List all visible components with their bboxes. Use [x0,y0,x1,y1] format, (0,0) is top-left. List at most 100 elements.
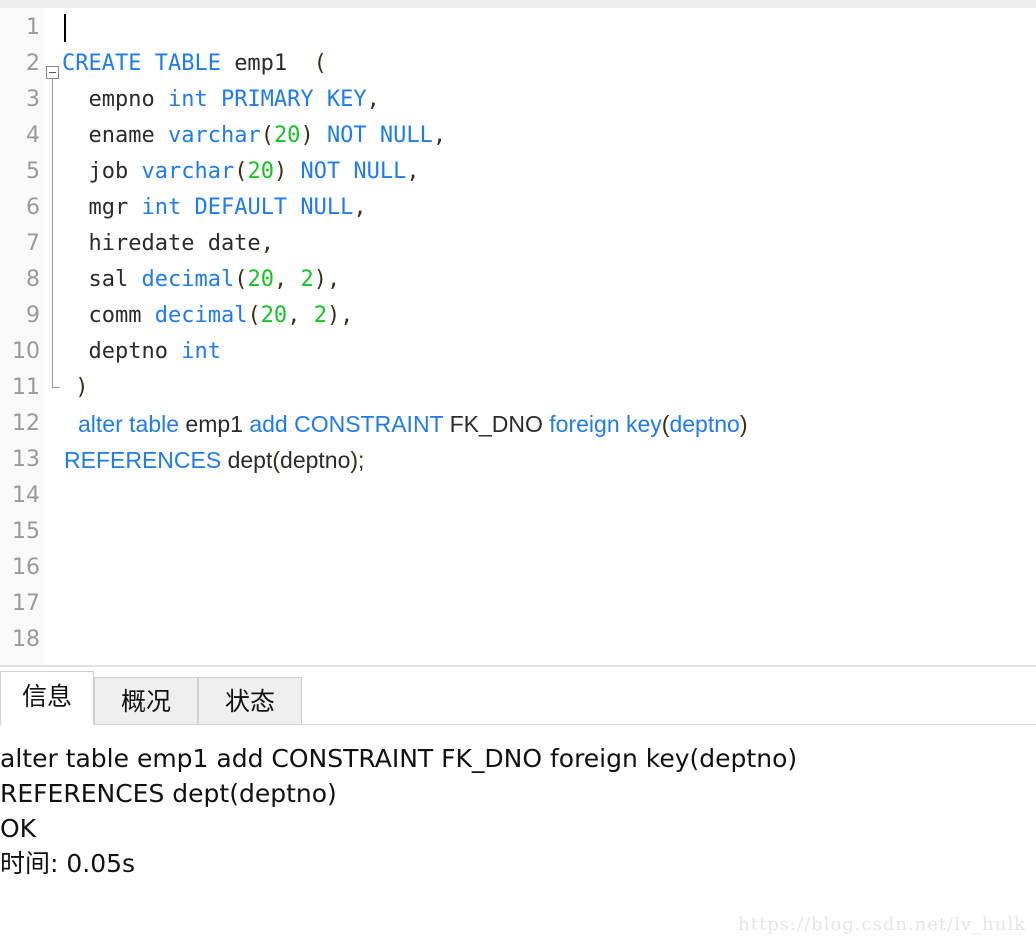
line-number: 1 [26,15,40,40]
line-number: 11 [12,375,40,400]
code-token-kw: NOT NULL [300,159,407,184]
code-token-num: 20 [247,159,274,184]
code-token-num: 20 [273,123,301,148]
code-token-kw: varchar [167,123,261,148]
code-line-text: sal decimal(20, 2), [62,262,340,298]
code-line[interactable]: 16 [0,550,1036,586]
code-line-text: ename varchar(20) NOT NULL, [62,118,446,154]
code-editor[interactable]: 1 2 CREATE TABLE emp1 (3 empno int PRIMARY… [0,8,1036,665]
code-token-pun: , [406,159,420,184]
sql-editor-window: 1 2 CREATE TABLE emp1 (3 empno int PRIMARY… [0,0,1036,943]
code-line[interactable]: 6 mgr int DEFAULT NULL, [0,190,1036,226]
panel-divider [0,665,1036,667]
fold-range-line [52,79,53,387]
line-number: 4 [26,123,40,148]
code-line[interactable]: 17 [0,586,1036,622]
code-token-pun: , [260,231,274,256]
code-line[interactable]: 5 job varchar(20) NOT NULL, [0,154,1036,190]
text-caret [64,14,66,42]
fold-collapse-icon[interactable] [46,66,59,79]
code-line[interactable]: 12 alter table emp1 add CONSTRAINT FK_DNO… [0,406,1036,442]
code-line[interactable]: 10 deptno int [0,334,1036,370]
result-tab-0[interactable]: 信息 [0,671,94,725]
code-token-num: 2 [313,303,327,328]
code-line-text: CREATE TABLE emp1 ( [62,46,327,82]
code-token-id: ename [62,123,168,148]
message-line: REFERENCES dept(deptno) [0,779,337,808]
result-panel: 信息 概况 状态 alter table emp1 add CONSTRAINT F… [0,665,1036,943]
code-token-pun: ( [247,303,261,328]
code-token-pun: ), [326,303,354,328]
code-line-text: comm decimal(20, 2), [62,298,353,334]
code-line-text: alter table emp1 add CONSTRAINT FK_DNO f… [78,406,748,442]
message-log: alter table emp1 add CONSTRAINT FK_DNO f… [0,741,1036,921]
code-token-pun: ), [313,267,341,292]
result-tab-1[interactable]: 概况 [94,677,198,725]
code-line[interactable]: 2 CREATE TABLE emp1 ( [0,46,1036,82]
code-line[interactable]: 15 [0,514,1036,550]
code-token-pun: ( [313,51,327,76]
result-tab-2[interactable]: 状态 [198,677,302,725]
code-line[interactable]: 14 [0,478,1036,514]
code-token-pun: , [273,267,301,292]
code-line[interactable]: 11 ) [0,370,1036,406]
code-line[interactable]: 7 hiredate date, [0,226,1036,262]
code-token-num: 2 [300,267,314,292]
window-top-strip [0,0,1036,8]
code-token-kw: REFERENCES [64,447,228,473]
code-line[interactable]: 3 empno int PRIMARY KEY, [0,82,1036,118]
code-token-id: hiredate date [62,231,261,256]
line-number: 3 [26,87,40,112]
code-line[interactable]: 9 comm decimal(20, 2), [0,298,1036,334]
code-token-kw: int [181,339,221,364]
message-line: OK [0,814,37,843]
code-token-kw: deptno [669,411,740,437]
code-token-kw: CONSTRAINT [294,411,450,437]
code-token-pun: ( [272,447,281,473]
code-line-text: hiredate date, [62,226,274,262]
code-line-text: job varchar(20) NOT NULL, [62,154,420,190]
code-token-pun: ( [234,267,248,292]
code-token-kw: varchar [141,159,235,184]
watermark-text: https://blog.csdn.net/lv_hulk [738,914,1026,935]
code-token-pun: ( [260,123,274,148]
code-token-pun: ); [350,447,365,473]
code-line[interactable]: 8 sal decimal(20, 2), [0,262,1036,298]
code-line[interactable]: 13 REFERENCES dept(deptno); [0,442,1036,478]
tabbar-underline [0,724,1036,725]
code-token-id: deptno [280,447,351,473]
code-token-num: 20 [260,303,288,328]
code-token-pun: , [366,87,380,112]
code-token-pun: ) [273,159,301,184]
code-token-num: 20 [247,267,274,292]
line-number: 5 [26,159,40,184]
code-token-pun: ) [62,375,89,400]
line-number: 8 [26,267,40,292]
code-line[interactable]: 1 [0,10,1036,46]
code-line-text: deptno int [62,334,221,370]
line-number: 10 [12,339,40,364]
code-token-id: emp1 [185,411,250,437]
message-line: alter table emp1 add CONSTRAINT FK_DNO f… [0,744,798,773]
line-number: 12 [12,411,40,436]
code-token-id: FK_DNO [449,411,550,437]
code-line[interactable]: 4 ename varchar(20) NOT NULL, [0,118,1036,154]
fold-range-end [52,387,60,388]
code-token-id: empno [62,87,168,112]
line-number: 9 [26,303,40,328]
line-number: 6 [26,195,40,220]
code-token-id: emp1 [234,51,314,76]
code-text-area[interactable]: 1 2 CREATE TABLE emp1 (3 empno int PRIMARY… [0,8,1036,665]
line-number: 15 [12,519,40,544]
line-number: 14 [12,483,40,508]
code-token-id: sal [62,267,142,292]
code-token-pun: ) [739,411,748,437]
line-number: 17 [12,591,40,616]
code-token-pun: , [353,195,367,220]
code-line[interactable]: 18 [0,622,1036,658]
code-token-kw: int PRIMARY KEY [167,87,367,112]
result-tabbar[interactable]: 信息 概况 状态 [0,671,1036,725]
code-token-pun: , [432,123,447,148]
code-token-id: dept [227,447,273,473]
code-token-id: job [62,159,142,184]
